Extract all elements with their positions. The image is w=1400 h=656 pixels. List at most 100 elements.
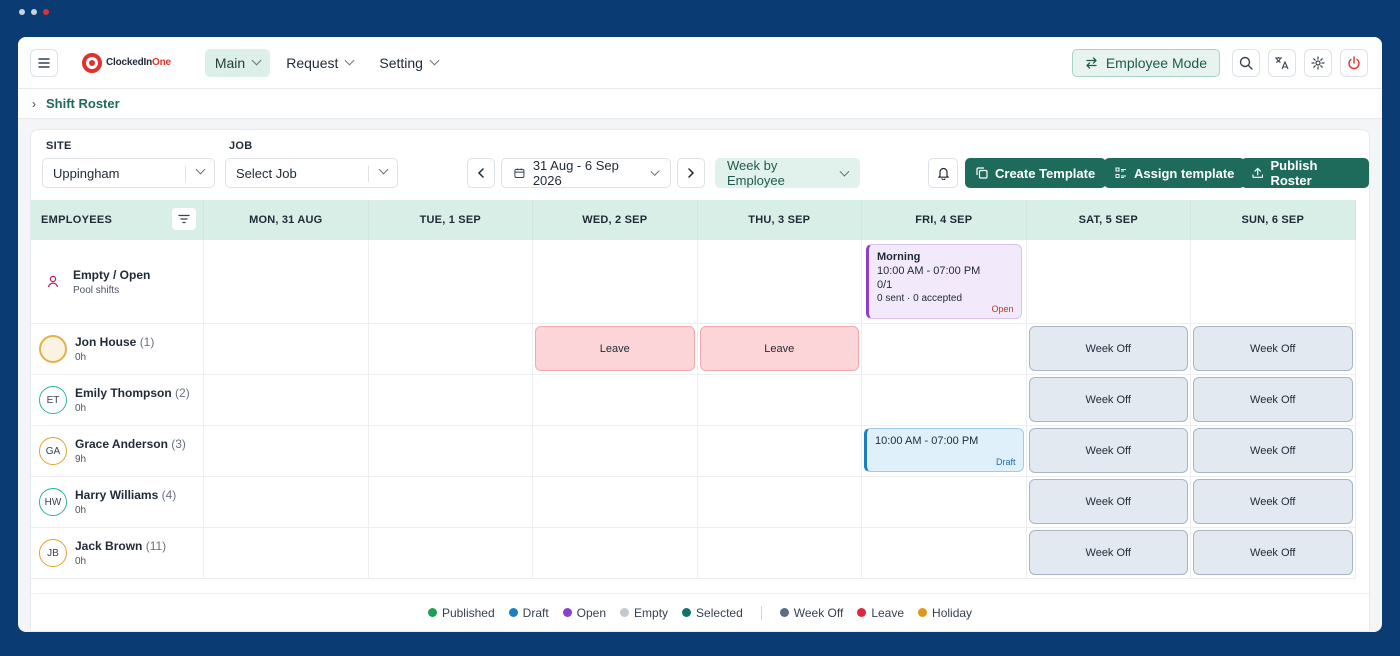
draft-shift-card[interactable]: 10:00 AM - 07:00 PM Draft xyxy=(864,428,1024,472)
employee-cell[interactable]: HW Harry Williams (4) 0h xyxy=(31,477,204,527)
breadcrumb-chevron-icon[interactable]: › xyxy=(32,97,36,111)
day-cell[interactable] xyxy=(369,477,533,527)
day-cell[interactable]: Week Off xyxy=(1191,375,1356,425)
employee-filter-button[interactable] xyxy=(172,208,196,230)
day-cell[interactable]: Week Off xyxy=(1027,528,1191,578)
legend-label: Empty xyxy=(634,605,669,620)
publish-roster-button[interactable]: Publish Roster xyxy=(1241,158,1369,188)
day-cell[interactable] xyxy=(204,240,369,323)
employee-cell[interactable]: Jon House (1) 0h xyxy=(31,324,204,374)
day-cell[interactable]: Week Off xyxy=(1027,426,1191,476)
job-select[interactable]: Select Job xyxy=(225,158,398,188)
translate-icon xyxy=(1275,56,1289,69)
week-off-tile[interactable]: Week Off xyxy=(1028,530,1188,575)
translate-button[interactable] xyxy=(1268,48,1296,77)
employee-cell[interactable]: GA Grace Anderson (3) 9h xyxy=(31,426,204,476)
employee-cell[interactable]: ET Emily Thompson (2) 0h xyxy=(31,375,204,425)
week-off-tile[interactable]: Week Off xyxy=(1028,377,1188,422)
day-cell[interactable] xyxy=(1191,240,1356,323)
avatar-initials: JB xyxy=(47,547,59,559)
day-cell[interactable] xyxy=(698,375,862,425)
week-off-tile[interactable]: Week Off xyxy=(1193,377,1353,422)
day-cell[interactable]: Week Off xyxy=(1191,324,1356,374)
search-button[interactable] xyxy=(1232,48,1260,77)
day-cell[interactable] xyxy=(204,324,369,374)
leave-tile[interactable]: Leave xyxy=(699,326,859,371)
week-off-tile[interactable]: Week Off xyxy=(1193,530,1353,575)
day-cell[interactable] xyxy=(698,528,862,578)
window-dot[interactable] xyxy=(31,9,37,15)
nav-setting[interactable]: Setting xyxy=(369,49,448,77)
employee-mode-button[interactable]: Employee Mode xyxy=(1071,48,1220,77)
day-cell[interactable] xyxy=(533,375,698,425)
legend-label: Selected xyxy=(696,605,743,620)
day-cell[interactable]: Morning 10:00 AM - 07:00 PM 0/1 0 sent ·… xyxy=(862,240,1027,323)
day-cell[interactable] xyxy=(1027,240,1191,323)
employee-cell[interactable]: JB Jack Brown (11) 0h xyxy=(31,528,204,578)
window-dot[interactable] xyxy=(19,9,25,15)
nav-main[interactable]: Main xyxy=(204,48,271,77)
week-off-tile[interactable]: Week Off xyxy=(1028,428,1188,473)
day-cell[interactable] xyxy=(862,528,1027,578)
day-cell[interactable]: Week Off xyxy=(1191,426,1356,476)
day-cell[interactable] xyxy=(369,240,533,323)
day-cell[interactable] xyxy=(204,375,369,425)
week-off-tile[interactable]: Week Off xyxy=(1028,326,1188,371)
day-cell[interactable] xyxy=(369,426,533,476)
day-cell[interactable]: Week Off xyxy=(1027,477,1191,527)
day-cell[interactable] xyxy=(533,528,698,578)
menu-button[interactable] xyxy=(30,48,58,77)
roster-grid: EMPLOYEES MON, 31 AUG TUE, 1 SEP WED, 2 … xyxy=(31,200,1356,579)
day-cell[interactable] xyxy=(698,240,862,323)
settings-button[interactable] xyxy=(1304,48,1332,77)
day-cell[interactable]: 10:00 AM - 07:00 PM Draft xyxy=(862,426,1027,476)
window-dot[interactable] xyxy=(43,9,49,15)
breadcrumb-current[interactable]: Shift Roster xyxy=(46,96,120,111)
day-cell[interactable] xyxy=(369,375,533,425)
legend-item: Selected xyxy=(682,606,743,620)
day-cell[interactable] xyxy=(698,477,862,527)
day-cell[interactable] xyxy=(369,324,533,374)
prev-week-button[interactable] xyxy=(467,158,495,188)
day-cell[interactable] xyxy=(533,240,698,323)
week-off-tile[interactable]: Week Off xyxy=(1028,479,1188,524)
site-select[interactable]: Uppingham xyxy=(42,158,215,188)
day-cell[interactable] xyxy=(862,324,1027,374)
day-cell[interactable] xyxy=(698,426,862,476)
day-cell[interactable] xyxy=(862,477,1027,527)
pool-cell[interactable]: Empty / Open Pool shifts xyxy=(31,240,204,323)
avatar: JB xyxy=(39,539,67,567)
day-cell[interactable] xyxy=(204,477,369,527)
employee-row: HW Harry Williams (4) 0h Week Off Week O… xyxy=(31,477,1356,528)
nav-request-label: Request xyxy=(286,54,339,71)
view-mode-select[interactable]: Week by Employee xyxy=(715,158,860,188)
day-cell[interactable]: Week Off xyxy=(1027,375,1191,425)
week-off-tile[interactable]: Week Off xyxy=(1193,428,1353,473)
day-cell[interactable] xyxy=(204,426,369,476)
notifications-button[interactable] xyxy=(928,158,958,188)
date-range-picker[interactable]: 31 Aug - 6 Sep 2026 xyxy=(501,158,671,188)
day-cell[interactable]: Leave xyxy=(533,324,698,374)
assign-template-button[interactable]: Assign template xyxy=(1104,158,1246,188)
week-off-tile[interactable]: Week Off xyxy=(1193,326,1353,371)
next-week-button[interactable] xyxy=(677,158,705,188)
day-cell[interactable]: Week Off xyxy=(1191,528,1356,578)
day-cell[interactable] xyxy=(533,426,698,476)
open-shift-card[interactable]: Morning 10:00 AM - 07:00 PM 0/1 0 sent ·… xyxy=(866,244,1022,319)
day-cell[interactable]: Leave xyxy=(698,324,862,374)
legend-label: Holiday xyxy=(932,605,973,620)
day-cell[interactable] xyxy=(204,528,369,578)
day-cell[interactable]: Week Off xyxy=(1191,477,1356,527)
logout-button[interactable] xyxy=(1340,48,1368,77)
nav-request[interactable]: Request xyxy=(276,49,363,77)
leave-tile[interactable]: Leave xyxy=(535,326,695,371)
day-cell[interactable] xyxy=(862,375,1027,425)
create-template-button[interactable]: Create Template xyxy=(965,158,1107,188)
day-cell[interactable] xyxy=(369,528,533,578)
app-logo[interactable]: ClockedInOne xyxy=(82,52,171,73)
day-cell[interactable] xyxy=(533,477,698,527)
upload-icon xyxy=(1252,167,1264,178)
day-cell[interactable]: Week Off xyxy=(1027,324,1191,374)
week-off-tile[interactable]: Week Off xyxy=(1193,479,1353,524)
day-header-fri: FRI, 4 SEP xyxy=(862,200,1027,240)
